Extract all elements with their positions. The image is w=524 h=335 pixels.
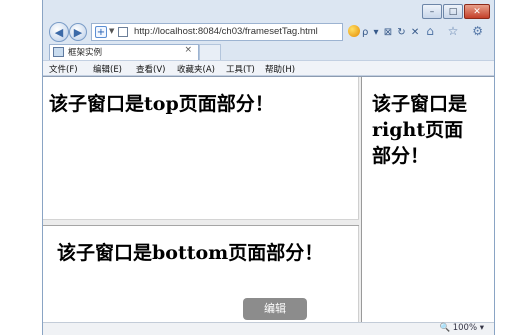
- navigation-bar: ◀ ▶ + ▼ http://localhost:8084/ch03/frame…: [43, 21, 494, 43]
- new-tab-button[interactable]: [199, 44, 221, 60]
- back-button[interactable]: ◀: [49, 22, 69, 42]
- status-bar: 🔍 100% ▾: [43, 322, 494, 335]
- minimize-button[interactable]: –: [422, 4, 442, 19]
- menu-favorites[interactable]: 收藏夹(A): [177, 63, 215, 75]
- address-tools[interactable]: ρ ▾ ⊠ ↻ ✕: [348, 25, 420, 38]
- search-refresh-stop-icons[interactable]: ρ ▾ ⊠ ↻ ✕: [362, 27, 420, 38]
- compatibility-icon[interactable]: [348, 25, 360, 37]
- zoom-control[interactable]: 🔍 100% ▾: [439, 323, 484, 333]
- edit-button[interactable]: 编辑: [243, 298, 307, 320]
- add-icon[interactable]: +: [95, 26, 107, 38]
- menu-tools[interactable]: 工具(T): [226, 63, 255, 75]
- tab-active[interactable]: 框架实例 ×: [49, 44, 199, 60]
- tab-title: 框架实例: [68, 48, 103, 58]
- menu-help[interactable]: 帮助(H): [265, 63, 295, 75]
- browser-window: – □ ✕ ◀ ▶ + ▼ http://localhost:8084/ch03…: [42, 0, 495, 335]
- title-bar: – □ ✕: [43, 0, 494, 22]
- frame-divider-horizontal[interactable]: [43, 219, 359, 226]
- tab-page-icon: [53, 47, 64, 57]
- menu-view[interactable]: 查看(V): [136, 63, 165, 75]
- address-bar[interactable]: + ▼ http://localhost:8084/ch03/framesetT…: [91, 23, 343, 41]
- right-frame-text: 该子窗口是right页面部分！: [372, 93, 468, 167]
- menu-edit[interactable]: 编辑(E): [93, 63, 122, 75]
- home-favorites-settings-icons[interactable]: ⌂ ☆ ⚙: [426, 24, 488, 38]
- window-controls: – □ ✕: [421, 4, 490, 19]
- top-frame: 该子窗口是top页面部分！: [43, 77, 359, 219]
- menu-bar: 文件(F) 编辑(E) 查看(V) 收藏夹(A) 工具(T) 帮助(H): [43, 60, 494, 76]
- close-window-button[interactable]: ✕: [464, 4, 490, 19]
- menu-file[interactable]: 文件(F): [49, 63, 78, 75]
- tab-close-icon[interactable]: ×: [184, 45, 192, 55]
- url-text[interactable]: http://localhost:8084/ch03/framesetTag.h…: [134, 26, 318, 37]
- bottom-frame: 该子窗口是bottom页面部分！: [43, 226, 359, 323]
- forward-button[interactable]: ▶: [69, 23, 87, 41]
- page-content: 该子窗口是top页面部分！ 该子窗口是bottom页面部分！ 该子窗口是righ…: [43, 76, 494, 323]
- page-icon: [118, 27, 128, 37]
- tab-strip: 框架实例 ×: [43, 43, 494, 60]
- top-frame-text: 该子窗口是top页面部分！: [49, 93, 274, 115]
- right-frame: 该子窗口是right页面部分！: [362, 77, 494, 323]
- maximize-button[interactable]: □: [443, 4, 463, 19]
- bottom-frame-text: 该子窗口是bottom页面部分！: [57, 242, 324, 264]
- chevron-down-icon[interactable]: ▼: [109, 27, 114, 35]
